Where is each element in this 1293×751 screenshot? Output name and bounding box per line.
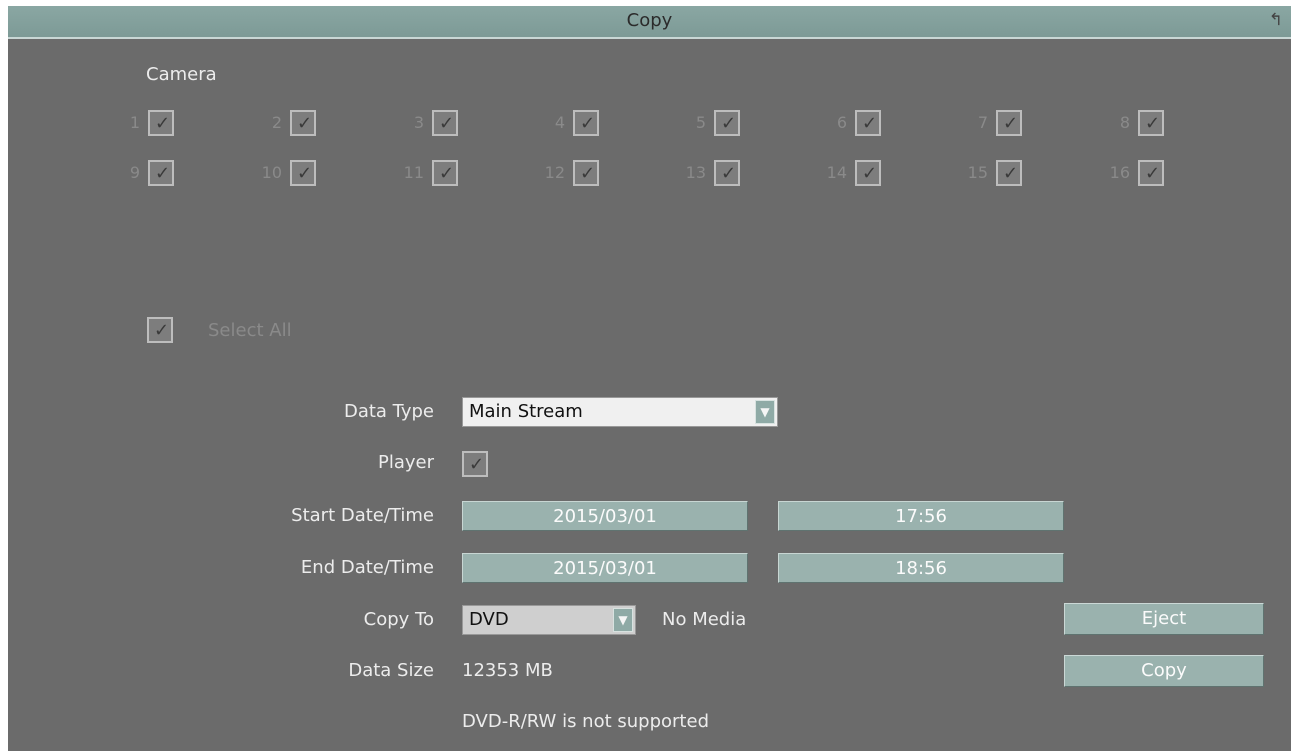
camera-label: Camera: [146, 64, 217, 85]
check-icon: ✓: [297, 113, 313, 134]
camera-number-label: 15: [967, 163, 988, 182]
copy-button[interactable]: Copy: [1064, 655, 1264, 687]
camera-checkbox[interactable]: ✓: [996, 160, 1022, 186]
camera-number-label: 12: [544, 163, 565, 182]
camera-checkbox[interactable]: ✓: [573, 110, 599, 136]
select-all-checkbox[interactable]: ✓: [147, 317, 173, 343]
start-datetime-label: Start Date/Time: [291, 505, 434, 526]
media-status: No Media: [662, 609, 747, 630]
camera-number-label: 9: [129, 163, 140, 182]
camera-number-label: 1: [129, 113, 140, 132]
data-type-label: Data Type: [343, 401, 434, 422]
camera-number-label: 3: [413, 113, 424, 132]
camera-number-label: 10: [261, 163, 282, 182]
chevron-down-icon[interactable]: ▼: [613, 608, 633, 632]
check-icon: ✓: [1145, 113, 1161, 134]
camera-checkbox[interactable]: ✓: [573, 160, 599, 186]
status-message: DVD-R/RW is not supported: [462, 711, 709, 732]
camera-checkbox[interactable]: ✓: [148, 160, 174, 186]
camera-number-label: 5: [695, 113, 706, 132]
check-icon: ✓: [862, 113, 878, 134]
camera-checkbox[interactable]: ✓: [432, 110, 458, 136]
check-icon: ✓: [297, 163, 313, 184]
check-icon: ✓: [862, 163, 878, 184]
end-time-field[interactable]: 18:56: [778, 553, 1064, 583]
camera-checkbox[interactable]: ✓: [855, 110, 881, 136]
title-bar: Copy ↰: [8, 6, 1291, 39]
camera-checkbox[interactable]: ✓: [714, 110, 740, 136]
data-type-value: Main Stream: [469, 401, 583, 422]
check-icon: ✓: [155, 163, 171, 184]
check-icon: ✓: [1003, 113, 1019, 134]
camera-number-label: 4: [554, 113, 565, 132]
camera-checkbox[interactable]: ✓: [148, 110, 174, 136]
camera-checkbox[interactable]: ✓: [432, 160, 458, 186]
camera-number-label: 7: [977, 113, 988, 132]
camera-checkbox[interactable]: ✓: [996, 110, 1022, 136]
camera-checkbox[interactable]: ✓: [855, 160, 881, 186]
camera-number-label: 8: [1119, 113, 1130, 132]
copy-to-label: Copy To: [363, 609, 434, 630]
camera-checkbox[interactable]: ✓: [1138, 160, 1164, 186]
end-datetime-label: End Date/Time: [300, 557, 434, 578]
check-icon: ✓: [580, 163, 596, 184]
end-date-field[interactable]: 2015/03/01: [462, 553, 748, 583]
camera-number-label: 14: [826, 163, 847, 182]
chevron-down-icon[interactable]: ▼: [755, 400, 775, 424]
camera-number-label: 13: [685, 163, 706, 182]
copy-to-select[interactable]: DVD ▼: [462, 605, 636, 635]
data-type-select[interactable]: Main Stream ▼: [462, 397, 778, 427]
check-icon: ✓: [721, 163, 737, 184]
camera-number-label: 6: [836, 113, 847, 132]
eject-button[interactable]: Eject: [1064, 603, 1264, 635]
camera-checkbox[interactable]: ✓: [714, 160, 740, 186]
camera-number-label: 2: [271, 113, 282, 132]
camera-checkbox[interactable]: ✓: [290, 160, 316, 186]
back-icon[interactable]: ↰: [1265, 9, 1287, 31]
check-icon: ✓: [439, 113, 455, 134]
start-date-field[interactable]: 2015/03/01: [462, 501, 748, 531]
data-size-label: Data Size: [348, 660, 434, 681]
check-icon: ✓: [721, 113, 737, 134]
camera-number-label: 11: [403, 163, 424, 182]
player-checkbox[interactable]: ✓: [462, 451, 488, 477]
check-icon: ✓: [580, 113, 596, 134]
dialog-title: Copy: [626, 10, 673, 31]
check-icon: ✓: [1003, 163, 1019, 184]
camera-number-label: 16: [1109, 163, 1130, 182]
check-icon: ✓: [155, 113, 171, 134]
player-label: Player: [377, 452, 434, 473]
check-icon: ✓: [1145, 163, 1161, 184]
camera-checkbox[interactable]: ✓: [290, 110, 316, 136]
select-all-label: Select All: [208, 320, 292, 341]
camera-checkbox[interactable]: ✓: [1138, 110, 1164, 136]
data-size-value: 12353 MB: [462, 660, 553, 681]
copy-to-value: DVD: [469, 609, 509, 630]
start-time-field[interactable]: 17:56: [778, 501, 1064, 531]
check-icon: ✓: [439, 163, 455, 184]
copy-dialog: Copy ↰ Camera 1 ✓ 2 ✓ 3 ✓ 4 ✓ 5 ✓ 6 ✓ 7 ✓ 8 ✓ 9 ✓ 10 ✓ 11 ✓ 12…: [8, 6, 1291, 751]
